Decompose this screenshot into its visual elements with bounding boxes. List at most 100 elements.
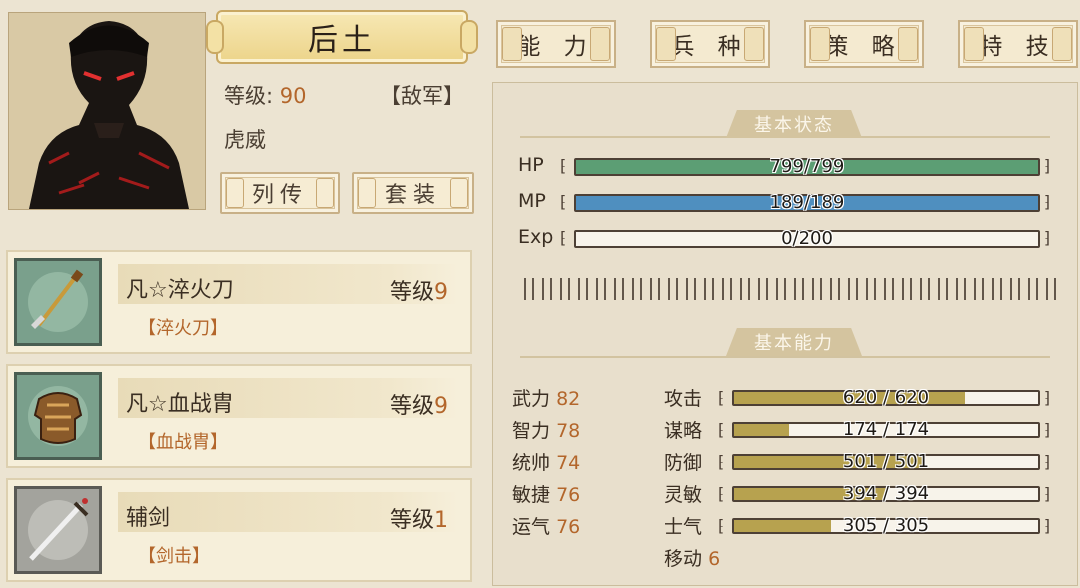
combat-stat-value: 394 / 394 [842, 483, 930, 504]
tab-skills-label: 特 技 [979, 34, 1057, 60]
status-bar-label: MP [518, 190, 546, 212]
equipment-name: 凡☆血战胄 [126, 392, 234, 417]
armor-icon[interactable] [14, 372, 102, 460]
equipment-card[interactable]: 辅剑 等级1 【剑击】 [6, 478, 472, 582]
attribute-value: 78 [556, 420, 581, 442]
combat-stat-value: 501 / 501 [842, 451, 930, 472]
attribute-row: 敏捷 76 [512, 480, 580, 507]
tab-troops-label: 兵 种 [671, 34, 749, 60]
attribute-label: 运气 [512, 516, 551, 538]
scroll-ornament-icon [810, 27, 830, 61]
scroll-ornament-icon [898, 27, 918, 61]
bar-cap-icon: ⁅ [718, 388, 725, 407]
equipment-level: 等级9 [390, 274, 448, 306]
equipment-level: 等级1 [390, 502, 448, 534]
movement-label: 移动 [664, 548, 703, 570]
combat-stat-value: 305 / 305 [842, 515, 930, 536]
equipment-level-value: 1 [434, 508, 448, 533]
tab-ability-label: 能 力 [517, 34, 595, 60]
equipment-name: 辅剑 [126, 506, 171, 531]
level-label: 等级: [224, 84, 274, 108]
scroll-ornament-icon [744, 27, 764, 61]
basic-ability-banner: 基本能力 [726, 328, 862, 356]
level-value: 90 [279, 84, 307, 108]
scroll-ornament-icon [502, 27, 522, 61]
movement-value: 6 [708, 548, 721, 570]
status-bar-value: 799/799 [769, 156, 845, 177]
basic-status-title: 基本状态 [754, 115, 834, 136]
scroll-ornament-icon [656, 27, 676, 61]
bar-cap-icon: ⁅ [718, 420, 725, 439]
bar-cap-icon: ⁅ [560, 156, 567, 175]
scroll-ornament-icon [1052, 27, 1072, 61]
status-bar-label: Exp [518, 226, 554, 248]
status-bar-value: 0/200 [781, 228, 833, 249]
combat-stat-label: 攻击 [664, 388, 703, 410]
outfit-button-label: 套装 [384, 183, 441, 208]
attribute-row: 智力 78 [512, 416, 580, 443]
attribute-value: 74 [556, 452, 581, 474]
biography-button[interactable]: 列传 [220, 172, 340, 214]
equipment-tag: 【血战胄】 [138, 432, 228, 453]
scroll-ornament-icon [590, 27, 610, 61]
equipment-card[interactable]: 凡☆血战胄 等级9 【血战胄】 [6, 364, 472, 468]
tab-ability[interactable]: 能 力 [496, 20, 616, 68]
hero-faction: 【敌军】 [380, 84, 464, 108]
outfit-button[interactable]: 套装 [352, 172, 474, 214]
scroll-ornament-icon [450, 178, 468, 208]
bar-cap-icon: ⁅ [718, 484, 725, 503]
attribute-row: 统帅 74 [512, 448, 580, 475]
scroll-ornament-icon [964, 27, 984, 61]
attribute-label: 统帅 [512, 452, 551, 474]
attribute-row: 运气 76 [512, 512, 580, 539]
equipment-level-label: 等级 [389, 280, 434, 305]
basic-ability-title: 基本能力 [754, 333, 834, 354]
hero-name: 后土 [308, 23, 376, 58]
combat-stat-value: 174 / 174 [842, 419, 930, 440]
hero-level: 等级: 90 [224, 80, 307, 110]
movement-stat: 移动 6 [664, 544, 720, 571]
bar-cap-icon: ⁆ [1044, 516, 1051, 535]
combat-stat-label: 谋略 [664, 420, 703, 442]
scroll-ornament-icon [226, 178, 244, 208]
bar-cap-icon: ⁆ [1044, 388, 1051, 407]
hero-title: 虎威 [224, 128, 266, 152]
attribute-value: 76 [556, 516, 581, 538]
combat-stat-value: 620 / 620 [842, 387, 930, 408]
hero-name-plate: 后土 [206, 10, 478, 64]
equipment-level-value: 9 [434, 280, 448, 305]
bar-cap-icon: ⁅ [718, 516, 725, 535]
blade-icon[interactable] [14, 258, 102, 346]
bar-cap-icon: ⁆ [1044, 484, 1051, 503]
bar-cap-icon: ⁆ [1044, 420, 1051, 439]
bar-cap-icon: ⁆ [1044, 156, 1051, 175]
tab-troops[interactable]: 兵 种 [650, 20, 770, 68]
equipment-card[interactable]: 凡☆淬火刀 等级9 【淬火刀】 [6, 250, 472, 354]
status-bar-value: 189/189 [769, 192, 845, 213]
equipment-level-value: 9 [434, 394, 448, 419]
sword-icon[interactable] [14, 486, 102, 574]
equipment-level: 等级9 [390, 388, 448, 420]
biography-button-label: 列传 [251, 183, 308, 208]
attribute-label: 敏捷 [512, 484, 551, 506]
tab-strategy[interactable]: 策 略 [804, 20, 924, 68]
basic-status-banner: 基本状态 [726, 110, 862, 138]
hero-portrait-image [9, 13, 205, 209]
bar-cap-icon: ⁆ [1044, 228, 1051, 247]
attribute-label: 智力 [512, 420, 551, 442]
bar-cap-icon: ⁆ [1044, 452, 1051, 471]
equipment-tag: 【淬火刀】 [138, 318, 228, 339]
tab-skills[interactable]: 特 技 [958, 20, 1078, 68]
scroll-ornament-icon [358, 178, 376, 208]
combat-stat-label: 防御 [664, 452, 703, 474]
bar-cap-icon: ⁆ [1044, 192, 1051, 211]
combat-stat-label: 灵敏 [664, 484, 703, 506]
attribute-value: 76 [556, 484, 581, 506]
attribute-row: 武力 82 [512, 384, 580, 411]
equipment-tag: 【剑击】 [138, 546, 210, 567]
tab-strategy-label: 策 略 [825, 34, 903, 60]
scroll-ornament-icon [316, 178, 334, 208]
bar-cap-icon: ⁅ [560, 228, 567, 247]
equipment-level-label: 等级 [389, 508, 434, 533]
status-bar-label: HP [518, 154, 544, 176]
